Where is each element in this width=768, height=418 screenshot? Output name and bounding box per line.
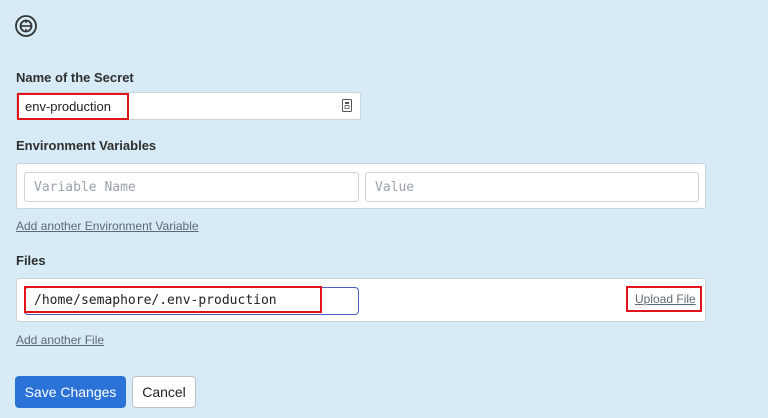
secret-form: Name of the Secret env-production Enviro…	[0, 0, 768, 418]
variable-value-input[interactable]: Value	[365, 172, 699, 202]
cancel-button[interactable]: Cancel	[132, 376, 196, 408]
highlight-box	[17, 93, 129, 120]
password-manager-icon[interactable]	[342, 99, 352, 112]
add-env-variable-link[interactable]: Add another Environment Variable	[16, 219, 199, 233]
secret-name-label: Name of the Secret	[16, 70, 134, 85]
variable-name-placeholder: Variable Name	[34, 180, 136, 195]
add-file-link[interactable]: Add another File	[16, 333, 104, 347]
files-label: Files	[16, 253, 46, 268]
highlight-box	[24, 286, 322, 313]
env-vars-label: Environment Variables	[16, 138, 157, 153]
save-changes-button[interactable]: Save Changes	[15, 376, 126, 408]
env-vars-container: Variable Name Value	[16, 163, 706, 209]
variable-value-placeholder: Value	[375, 180, 415, 195]
highlight-box	[626, 286, 702, 312]
semaphore-logo-icon	[14, 14, 38, 38]
variable-name-input[interactable]: Variable Name	[24, 172, 359, 202]
